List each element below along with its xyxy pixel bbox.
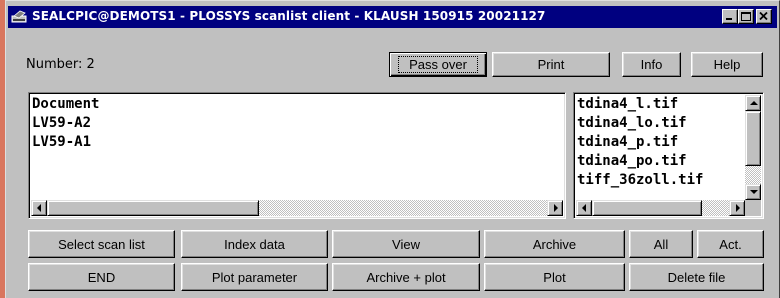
scroll-right-button[interactable] <box>729 200 745 216</box>
act-label: Act. <box>719 236 742 252</box>
plot-parameter-label: Plot parameter <box>211 269 298 285</box>
delete-file-label: Delete file <box>667 269 726 285</box>
scroll-left-button[interactable] <box>576 200 592 216</box>
select-scan-list-label: Select scan list <box>58 236 145 252</box>
arrow-left-icon <box>582 204 586 212</box>
list-item[interactable]: LV59-A2 <box>32 114 99 133</box>
plot-button[interactable]: Plot <box>484 263 625 291</box>
all-button[interactable]: All <box>629 230 693 258</box>
help-label: Help <box>713 57 741 72</box>
minimize-button[interactable] <box>722 9 738 24</box>
info-label: Info <box>640 57 663 72</box>
info-button[interactable]: Info <box>622 52 681 77</box>
documents-horizontal-scrollbar[interactable] <box>31 200 563 216</box>
list-item[interactable]: tdina4_po.tif <box>577 152 703 171</box>
plot-parameter-button[interactable]: Plot parameter <box>181 263 328 291</box>
window-title: SEALCPIC@DEMOTS1 - PLOSSYS scanlist clie… <box>32 9 546 23</box>
archive-label: Archive <box>532 236 577 252</box>
maximize-button[interactable] <box>738 9 754 24</box>
archive-plot-button[interactable]: Archive + plot <box>332 263 480 291</box>
files-vertical-scrollbar[interactable] <box>745 95 761 200</box>
scroll-thumb[interactable] <box>47 200 259 216</box>
scroll-thumb[interactable] <box>592 200 702 216</box>
act-button[interactable]: Act. <box>697 230 764 258</box>
archive-plot-label: Archive + plot <box>366 269 446 285</box>
pass-over-label: Pass over <box>398 56 478 73</box>
arrow-up-icon <box>750 101 758 105</box>
plot-label: Plot <box>543 269 566 285</box>
scroll-thumb[interactable] <box>745 111 761 166</box>
documents-listbox[interactable]: Document LV59-A2 LV59-A1 <box>28 92 566 219</box>
index-data-label: Index data <box>224 236 285 252</box>
list-item[interactable]: tdina4_p.tif <box>577 133 703 152</box>
documents-list: Document LV59-A2 LV59-A1 <box>32 95 99 152</box>
archive-button[interactable]: Archive <box>484 230 625 258</box>
all-label: All <box>653 236 669 252</box>
print-button[interactable]: Print <box>492 52 610 77</box>
list-item[interactable]: tdina4_lo.tif <box>577 114 703 133</box>
scroll-up-button[interactable] <box>745 95 761 111</box>
scroll-left-button[interactable] <box>31 200 47 216</box>
scroll-down-button[interactable] <box>745 184 761 200</box>
maximize-icon <box>741 12 751 21</box>
end-label: END <box>87 269 116 285</box>
index-data-button[interactable]: Index data <box>181 230 328 258</box>
delete-file-button[interactable]: Delete file <box>629 263 764 291</box>
files-listbox[interactable]: tdina4_l.tif tdina4_lo.tif tdina4_p.tif … <box>573 92 764 219</box>
list-item[interactable]: Document <box>32 95 99 114</box>
close-icon <box>759 11 768 21</box>
list-item[interactable]: tdina4_l.tif <box>577 95 703 114</box>
files-horizontal-scrollbar[interactable] <box>576 200 745 216</box>
files-list: tdina4_l.tif tdina4_lo.tif tdina4_p.tif … <box>577 95 703 190</box>
close-button[interactable] <box>756 9 772 24</box>
arrow-right-icon <box>554 204 558 212</box>
scanner-app-icon <box>11 10 27 23</box>
arrow-down-icon <box>750 190 758 194</box>
end-button[interactable]: END <box>28 263 175 291</box>
number-label: Number: 2 <box>26 57 95 72</box>
application-window: SEALCPIC@DEMOTS1 - PLOSSYS scanlist clie… <box>5 0 780 298</box>
scroll-right-button[interactable] <box>547 200 563 216</box>
arrow-left-icon <box>37 204 41 212</box>
view-label: View <box>392 236 420 252</box>
select-scan-list-button[interactable]: Select scan list <box>28 230 175 258</box>
scrollbar-corner <box>745 200 761 216</box>
print-label: Print <box>537 57 565 72</box>
arrow-right-icon <box>736 204 740 212</box>
help-button[interactable]: Help <box>691 52 763 77</box>
list-item[interactable]: LV59-A1 <box>32 133 99 152</box>
title-bar[interactable]: SEALCPIC@DEMOTS1 - PLOSSYS scanlist clie… <box>8 6 777 28</box>
minimize-icon <box>726 18 732 20</box>
list-item[interactable]: tiff_36zoll.tif <box>577 171 703 190</box>
view-button[interactable]: View <box>332 230 480 258</box>
pass-over-button[interactable]: Pass over <box>389 52 487 77</box>
